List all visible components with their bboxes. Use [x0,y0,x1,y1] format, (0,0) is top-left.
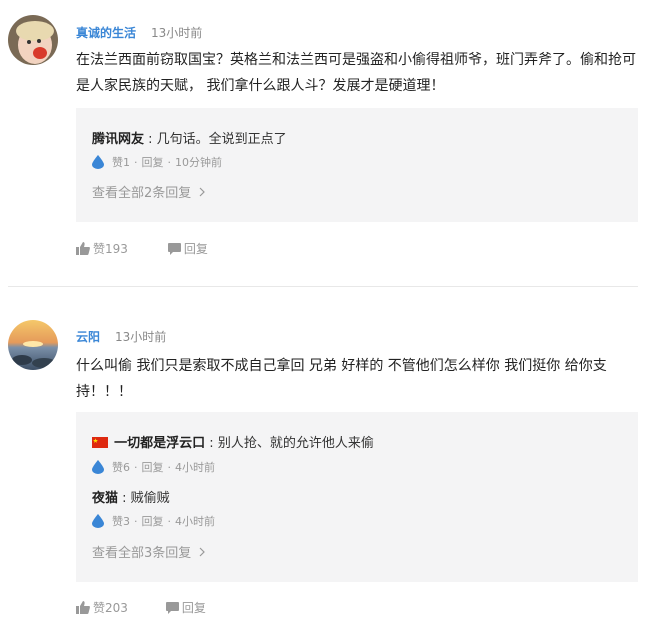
reply-box: 腾讯网友 : 几句话。全说到正点了 赞1 · 回复 · 10分钟前 查看全部2条… [76,108,638,222]
view-all-replies-link[interactable]: 查看全部2条回复 [92,182,206,201]
separator-dot: · [167,514,172,528]
separator-dot: · [134,460,138,474]
reply-like-count[interactable]: 赞3 [112,513,130,529]
comment-actions: 赞203 回复 [76,599,206,616]
water-drop-icon[interactable] [92,514,104,528]
comment-text: 在法兰西面前窃取国宝？英格兰和法兰西可是强盗和小偷得祖师爷，班门弄斧了。偷和抢可… [76,52,636,94]
username[interactable]: 真诚的生活 [76,24,136,41]
view-all-replies-link[interactable]: 查看全部3条回复 [92,542,206,561]
reply-like-count[interactable]: 赞6 [112,459,130,475]
like-count: 赞193 [93,242,128,256]
reply-box: 一切都是浮云口 : 别人抢、就的允许他人来偷 赞6 · 回复 · 4小时前 夜猫… [76,412,638,582]
comment-time: 13小时前 [115,330,167,344]
reply-text: 贼偷贼 [130,491,170,506]
chevron-right-icon [199,547,206,557]
like-button[interactable]: 赞203 [76,599,128,616]
like-count: 赞203 [93,601,128,615]
reply-button-label: 回复 [181,601,206,615]
reply-reply-button[interactable]: 回复 [142,513,164,529]
reply-text: 别人抢、就的允许他人来偷 [217,436,374,451]
reply-reply-button[interactable]: 回复 [142,459,164,475]
reply-time: 4小时前 [175,461,215,474]
reply-button[interactable]: 回复 [167,240,208,257]
username[interactable]: 云阳 [76,328,100,345]
reply-meta: 赞1 · 回复 · 10分钟前 [92,154,222,170]
separator-dot: · [167,155,172,169]
reply-colon: : [209,436,218,451]
reply-reply-button[interactable]: 回复 [142,154,164,170]
reply-item: 腾讯网友 : 几句话。全说到正点了 [92,128,287,147]
view-all-label: 查看全部3条回复 [92,546,192,561]
reply-button-label: 回复 [183,242,208,256]
reply-text: 几句话。全说到正点了 [156,132,287,147]
reply-time: 4小时前 [175,515,215,528]
view-all-label: 查看全部2条回复 [92,186,192,201]
thumbs-up-icon [76,242,90,255]
water-drop-icon[interactable] [92,155,104,169]
comment-item: 真诚的生活 13小时前 在法兰西面前窃取国宝？英格兰和法兰西可是强盗和小偷得祖师… [0,0,653,285]
reply-username[interactable]: 夜猫 [92,491,118,506]
reply-item: 夜猫 : 贼偷贼 [92,487,170,506]
water-drop-icon[interactable] [92,460,104,474]
chevron-right-icon [199,187,206,197]
separator-dot: · [167,460,172,474]
separator-dot: · [134,514,138,528]
reply-colon: : [148,132,157,147]
comment-text: 什么叫偷 我们只是索取不成自己拿回 兄弟 好样的 不管他们怎么样你 我们挺你 给… [76,358,607,400]
reply-meta: 赞6 · 回复 · 4小时前 [92,459,215,475]
reply-item: 一切都是浮云口 : 别人抢、就的允许他人来偷 [92,432,374,451]
comment-item: 云阳 13小时前 什么叫偷 我们只是索取不成自己拿回 兄弟 好样的 不管他们怎么… [0,287,653,623]
comment-actions: 赞193 回复 [76,240,208,257]
like-button[interactable]: 赞193 [76,240,128,257]
avatar[interactable] [8,320,58,370]
thumbs-up-icon [76,601,90,614]
reply-username[interactable]: 腾讯网友 [92,132,144,147]
separator-dot: · [134,155,138,169]
reply-button[interactable]: 回复 [165,599,206,616]
reply-meta: 赞3 · 回复 · 4小时前 [92,513,215,529]
reply-time: 10分钟前 [175,156,222,169]
reply-username[interactable]: 一切都是浮云口 [114,436,205,451]
speech-bubble-icon [165,601,179,614]
avatar[interactable] [8,15,58,65]
reply-like-count[interactable]: 赞1 [112,154,130,170]
comment-time: 13小时前 [151,26,203,40]
reply-colon: : [122,491,131,506]
china-flag-icon [92,437,108,448]
speech-bubble-icon [167,242,181,255]
